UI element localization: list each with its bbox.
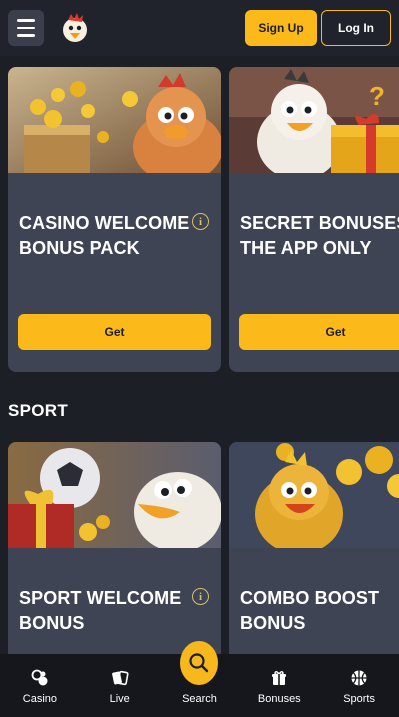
chicken-gift-image: ? (229, 67, 399, 173)
nav-sports[interactable]: Sports (319, 654, 399, 717)
sign-up-button[interactable]: Sign Up (245, 10, 317, 46)
search-egg-icon (180, 641, 219, 685)
nav-live[interactable]: Live (80, 654, 160, 717)
chicken-logo-icon[interactable] (58, 11, 92, 45)
log-in-button[interactable]: Log In (321, 10, 391, 46)
combo-chicken-coins-image (229, 442, 399, 548)
get-bonus-button[interactable]: Get (18, 314, 211, 350)
nav-live-label: Live (109, 693, 130, 705)
promo-card-casino-welcome[interactable]: CASINO WELCOME BONUS PACK i Get (8, 67, 221, 372)
promo-title: SPORT WELCOME BONUS (19, 588, 182, 633)
promo-title: CASINO WELCOME BONUS PACK (19, 213, 190, 258)
nav-sports-label: Sports (343, 693, 375, 705)
nav-search-label: Search (182, 693, 217, 705)
casino-chips-icon (31, 669, 48, 686)
promo-card-secret-bonuses[interactable]: ? SECRET BONUSES IN THE APP ONLY Get (229, 67, 399, 372)
promo-title: COMBO BOOST BONUS (240, 588, 380, 633)
sport-chicken-football-image (8, 442, 221, 548)
casino-chicken-treasure-image (8, 67, 221, 173)
nav-bonuses-label: Bonuses (257, 693, 301, 705)
nav-casino[interactable]: Casino (0, 654, 80, 717)
gift-box-icon (272, 671, 287, 685)
promo-title: SECRET BONUSES IN THE APP ONLY (240, 213, 399, 258)
info-icon[interactable]: i (192, 213, 209, 230)
top-header: Sign Up Log In (0, 0, 399, 56)
svg-text:?: ? (369, 81, 385, 111)
info-icon[interactable]: i (192, 588, 209, 605)
page: Sign Up Log In CASINO WELCOME BONUS PACK… (0, 0, 399, 717)
nav-bonuses[interactable]: Bonuses (239, 654, 319, 717)
menu-button[interactable] (8, 10, 44, 46)
nav-search[interactable]: Search (160, 641, 240, 717)
bottom-navigation: Casino Live Search Bonuses Sports (0, 641, 399, 717)
hamburger-menu-icon (17, 19, 35, 22)
playing-cards-icon (111, 670, 129, 686)
basketball-icon (351, 670, 367, 686)
sport-section-title: SPORT (8, 401, 69, 420)
nav-casino-label: Casino (22, 693, 58, 705)
get-bonus-button[interactable]: Get (239, 314, 399, 350)
